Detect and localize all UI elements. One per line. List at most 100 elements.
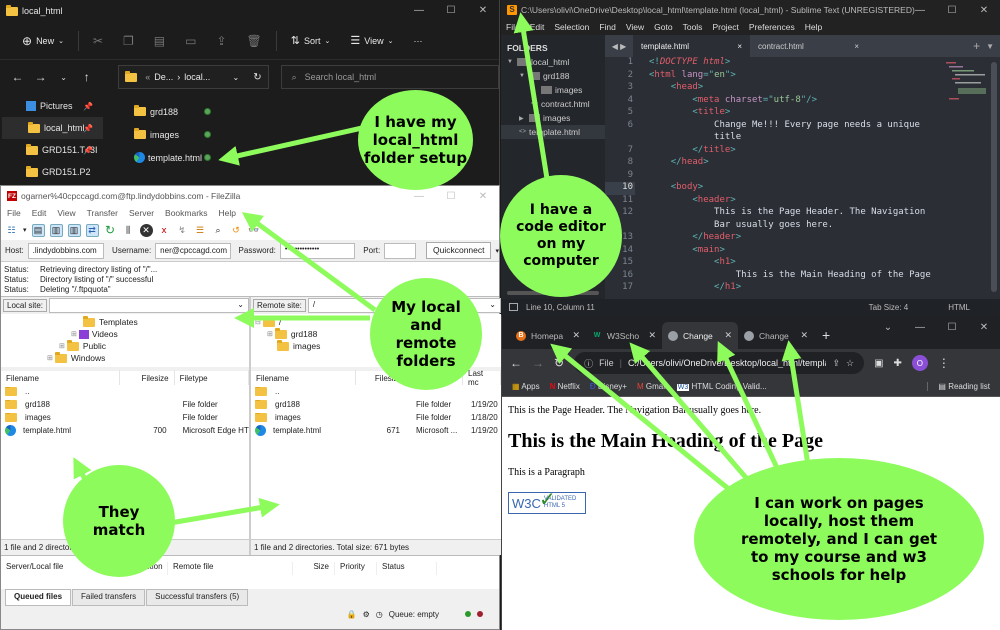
tab-queued-files[interactable]: Queued files <box>5 589 72 606</box>
more-options-button[interactable]: ··· <box>403 36 432 46</box>
menu-file[interactable]: File <box>506 22 520 32</box>
forward-arrow-icon[interactable]: → <box>532 356 544 370</box>
expand-icon[interactable]: ⊞ <box>267 330 273 338</box>
browser-tab-w3schools[interactable]: W W3Scho ✕ <box>586 322 662 349</box>
menu-kebab-icon[interactable]: ⋮ <box>938 356 950 370</box>
panel-toggle-icon[interactable] <box>509 303 518 311</box>
menu-help[interactable]: Help <box>805 22 822 32</box>
refresh-icon[interactable]: ↻ <box>253 72 261 83</box>
tab-list-dropdown-icon[interactable]: ▼ <box>986 42 994 51</box>
file-row[interactable]: .. <box>251 385 501 398</box>
bookmark-netflix[interactable]: N Netflix <box>550 382 580 391</box>
close-button[interactable]: ✕ <box>467 0 499 20</box>
tab-template-html[interactable]: template.html × <box>633 35 750 57</box>
column-filetype[interactable]: Filetype <box>175 370 249 386</box>
new-button[interactable]: ⊕ New ⌄ <box>12 34 74 48</box>
file-row[interactable]: grd188 File folder <box>1 398 249 411</box>
nav-item-grd151-t43[interactable]: GRD151.T43I 📌 <box>0 139 103 161</box>
file-item-template-html[interactable]: template.html <box>134 146 224 169</box>
nav-item-grd151-p2[interactable]: GRD151.P2 <box>0 161 103 183</box>
tab-failed-transfers[interactable]: Failed transfers <box>72 589 146 606</box>
tree-item-images[interactable]: ▶ images <box>501 111 605 125</box>
tree-item-images[interactable]: ▶ images <box>501 83 605 97</box>
syntax-mode[interactable]: HTML <box>948 303 970 312</box>
tree-item-templates[interactable]: Templates <box>83 315 138 328</box>
caret-right-icon[interactable]: ▶ <box>531 87 541 94</box>
share-button[interactable]: ⇪ <box>206 34 236 48</box>
expand-icon[interactable]: ⊞ <box>71 330 77 338</box>
breadcrumb-desktop[interactable]: De... <box>154 72 173 82</box>
breadcrumb-local-html[interactable]: local... <box>184 72 210 82</box>
queue-column-size[interactable]: Size <box>293 562 335 575</box>
menu-view[interactable]: View <box>57 208 75 218</box>
reload-icon[interactable]: ↻ <box>554 356 564 370</box>
minimize-button[interactable]: — <box>904 0 936 20</box>
browser-tab-change-me[interactable]: Change ✕ <box>738 322 814 349</box>
compare-icon[interactable]: ☰ <box>194 224 207 237</box>
column-filename[interactable]: Filename <box>1 370 120 386</box>
menu-view[interactable]: View <box>626 22 644 32</box>
share-icon[interactable]: ⇪ <box>832 358 840 369</box>
rename-button[interactable]: ▭ <box>175 34 206 48</box>
menu-project[interactable]: Project <box>712 22 738 32</box>
nav-item-pictures[interactable]: Pictures 📌 <box>0 95 103 117</box>
disconnect-icon[interactable]: ⅹ <box>158 224 171 237</box>
password-input[interactable]: •••••••••••••• <box>279 242 356 259</box>
tree-item-grd188[interactable]: ⊞ grd188 <box>267 327 317 340</box>
minimize-button[interactable]: — <box>904 317 936 337</box>
tree-item-images[interactable]: images <box>277 339 320 352</box>
menu-file[interactable]: File <box>7 208 21 218</box>
file-row[interactable]: template.html 700 Microsoft Edge HT <box>1 424 249 437</box>
tree-item-windows[interactable]: ⊞ Windows <box>47 351 105 364</box>
bookmark-disney[interactable]: Ð Disney+ <box>590 382 627 391</box>
local-site-input[interactable]: ⌄ <box>49 298 249 313</box>
browser-tab-homepage[interactable]: B Homepa ✕ <box>510 322 586 349</box>
toggle-log-icon[interactable]: ▤ <box>31 223 45 237</box>
tree-item-contract-html[interactable]: <> contract.html <box>501 97 605 111</box>
tree-item-template-html[interactable]: <> template.html <box>501 125 605 139</box>
file-row[interactable]: grd188 File folder 1/19/20 <box>251 398 501 411</box>
column-filesize[interactable]: Filesize <box>120 370 175 386</box>
filter-icon[interactable]: ⫼ <box>122 224 135 237</box>
expand-icon[interactable]: ⊞ <box>47 354 53 362</box>
file-code-icon[interactable]: <> <box>531 101 541 107</box>
profile-avatar[interactable]: O <box>911 355 928 371</box>
binoculars-icon[interactable]: 👓 <box>248 224 261 237</box>
menu-selection[interactable]: Selection <box>554 22 589 32</box>
tab-successful-transfers[interactable]: Successful transfers (5) <box>146 589 249 606</box>
tree-item-videos[interactable]: ⊞ Videos <box>71 328 118 340</box>
reading-list-button[interactable]: ▤ Reading list <box>927 382 990 391</box>
bookmark-gmail[interactable]: M Gmail <box>637 382 667 391</box>
editor-scrollbar[interactable] <box>991 62 997 292</box>
close-tab-icon[interactable]: × <box>854 42 859 51</box>
puzzle-icon[interactable]: ✚ <box>894 358 902 369</box>
collapse-icon[interactable]: ⊟ <box>255 318 261 326</box>
bookmark-apps[interactable]: ▦ Apps <box>512 382 540 391</box>
back-arrow-icon[interactable]: ← <box>8 70 27 84</box>
tree-item-public[interactable]: ⊞ Public <box>59 339 106 352</box>
maximize-button[interactable]: ☐ <box>435 186 467 206</box>
quickconnect-button[interactable]: Quickconnect <box>425 242 492 259</box>
paste-button[interactable]: ▤ <box>144 34 175 48</box>
info-icon[interactable]: ⓘ <box>584 357 593 370</box>
extension-icon[interactable]: ▣ <box>874 358 883 369</box>
new-tab-icon[interactable]: + <box>973 39 980 53</box>
port-input[interactable] <box>384 242 416 259</box>
site-manager-icon[interactable]: ☷ <box>5 224 18 237</box>
queue-column-priority[interactable]: Priority <box>335 562 377 575</box>
menu-edit[interactable]: Edit <box>530 22 545 32</box>
search-files-icon[interactable]: ⌕ <box>212 224 225 237</box>
forward-arrow-icon[interactable]: → <box>31 70 50 84</box>
queue-column-status[interactable]: Status <box>377 562 437 575</box>
tab-search-icon[interactable]: ⌄ <box>872 317 904 337</box>
bookmark-html-validator[interactable]: W3 HTML Coding Valid... <box>676 382 767 391</box>
caret-down-icon[interactable]: ▼ <box>519 73 529 79</box>
close-button[interactable]: ✕ <box>968 0 1000 20</box>
minimap[interactable] <box>946 60 986 110</box>
minimize-button[interactable]: — <box>403 0 435 20</box>
caret-down-icon[interactable]: ▼ <box>507 59 517 65</box>
cancel-icon[interactable]: ✕ <box>139 223 153 237</box>
file-row[interactable]: images File folder <box>1 411 249 424</box>
menu-find[interactable]: Find <box>599 22 616 32</box>
close-tab-icon[interactable]: ✕ <box>648 330 656 341</box>
